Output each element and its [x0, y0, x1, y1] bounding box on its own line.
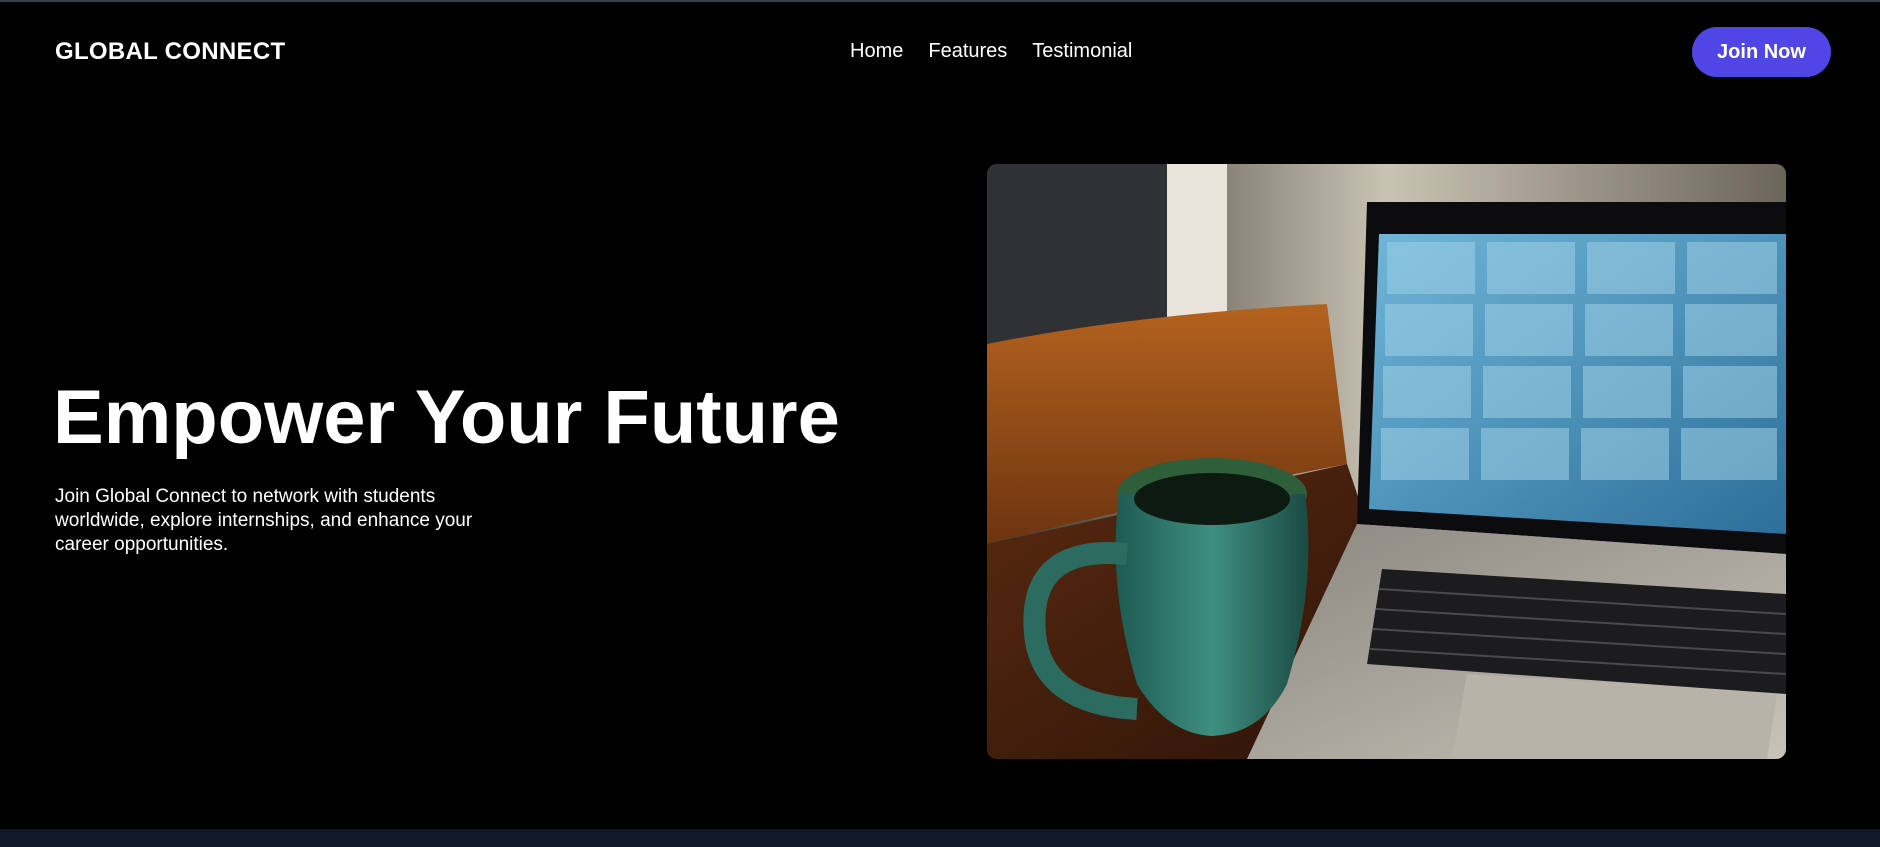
navbar: GLOBAL CONNECT Home Features Testimonial…	[0, 2, 1880, 98]
nav-link-home[interactable]: Home	[850, 40, 903, 63]
footer-strip	[0, 829, 1880, 847]
brand-logo[interactable]: GLOBAL CONNECT	[55, 38, 285, 66]
hero-image	[987, 164, 1786, 759]
hero-description: Join Global Connect to network with stud…	[55, 486, 473, 555]
nav-links: Home Features Testimonial	[850, 40, 1132, 63]
nav-link-testimonial[interactable]: Testimonial	[1032, 40, 1132, 63]
hero-title: Empower Your Future	[53, 375, 840, 460]
nav-link-features[interactable]: Features	[928, 40, 1007, 63]
laptop-video-call-with-mug-photo	[987, 164, 1786, 759]
join-now-button[interactable]: Join Now	[1692, 27, 1831, 77]
